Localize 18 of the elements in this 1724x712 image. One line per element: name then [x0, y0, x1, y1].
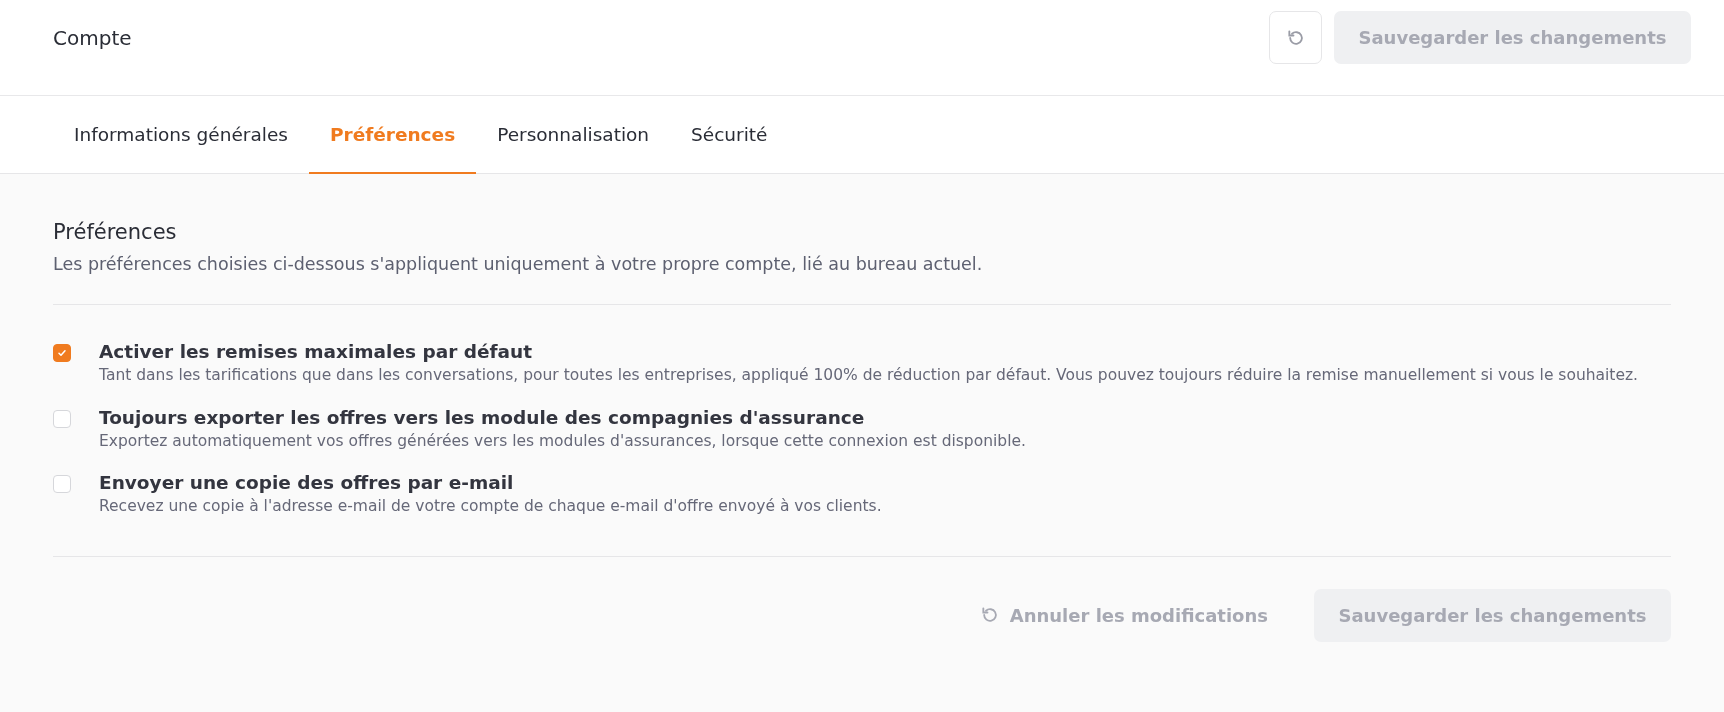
- checkbox[interactable]: [53, 475, 71, 494]
- option-label: Envoyer une copie des offres par e-mail: [99, 472, 515, 494]
- undo-icon: [1285, 27, 1306, 48]
- tab[interactable]: Sécurité: [670, 96, 789, 174]
- check-icon: [57, 348, 67, 358]
- tab[interactable]: Informations générales: [53, 96, 309, 174]
- option-description: Exportez automatiquement vos offres générées vers les modules d'assurances, lorsque cette connexion est disponible.: [99, 431, 1026, 451]
- section-title: Préférences: [53, 220, 178, 244]
- option-description: Tant dans les tarifications que dans les conversations, pour toutes les entreprises, appliqué 100% de réduction par défaut. Vous pouvez toujours réduire la remise manuellement si vous le souhaitez.: [99, 366, 1639, 385]
- tab[interactable]: Préférences: [308, 96, 477, 174]
- option-description: Recevez une copie à l'adresse e-mail de votre compte de chaque e-mail d'offre envoyé à vos clients.: [99, 497, 882, 516]
- section-description: Les préférences choisies ci-dessous s'appliquent uniquement à votre propre compte, lié au bureau actuel.: [53, 254, 984, 274]
- checkbox[interactable]: [53, 344, 71, 362]
- tab[interactable]: Personnalisation: [476, 96, 671, 174]
- option-label: Activer les remises maximales par défaut: [99, 341, 534, 362]
- option-label: Toujours exporter les offres vers les module des compagnies d'assurance: [99, 406, 866, 428]
- page-title: Compte: [53, 25, 132, 50]
- checkbox[interactable]: [53, 409, 71, 428]
